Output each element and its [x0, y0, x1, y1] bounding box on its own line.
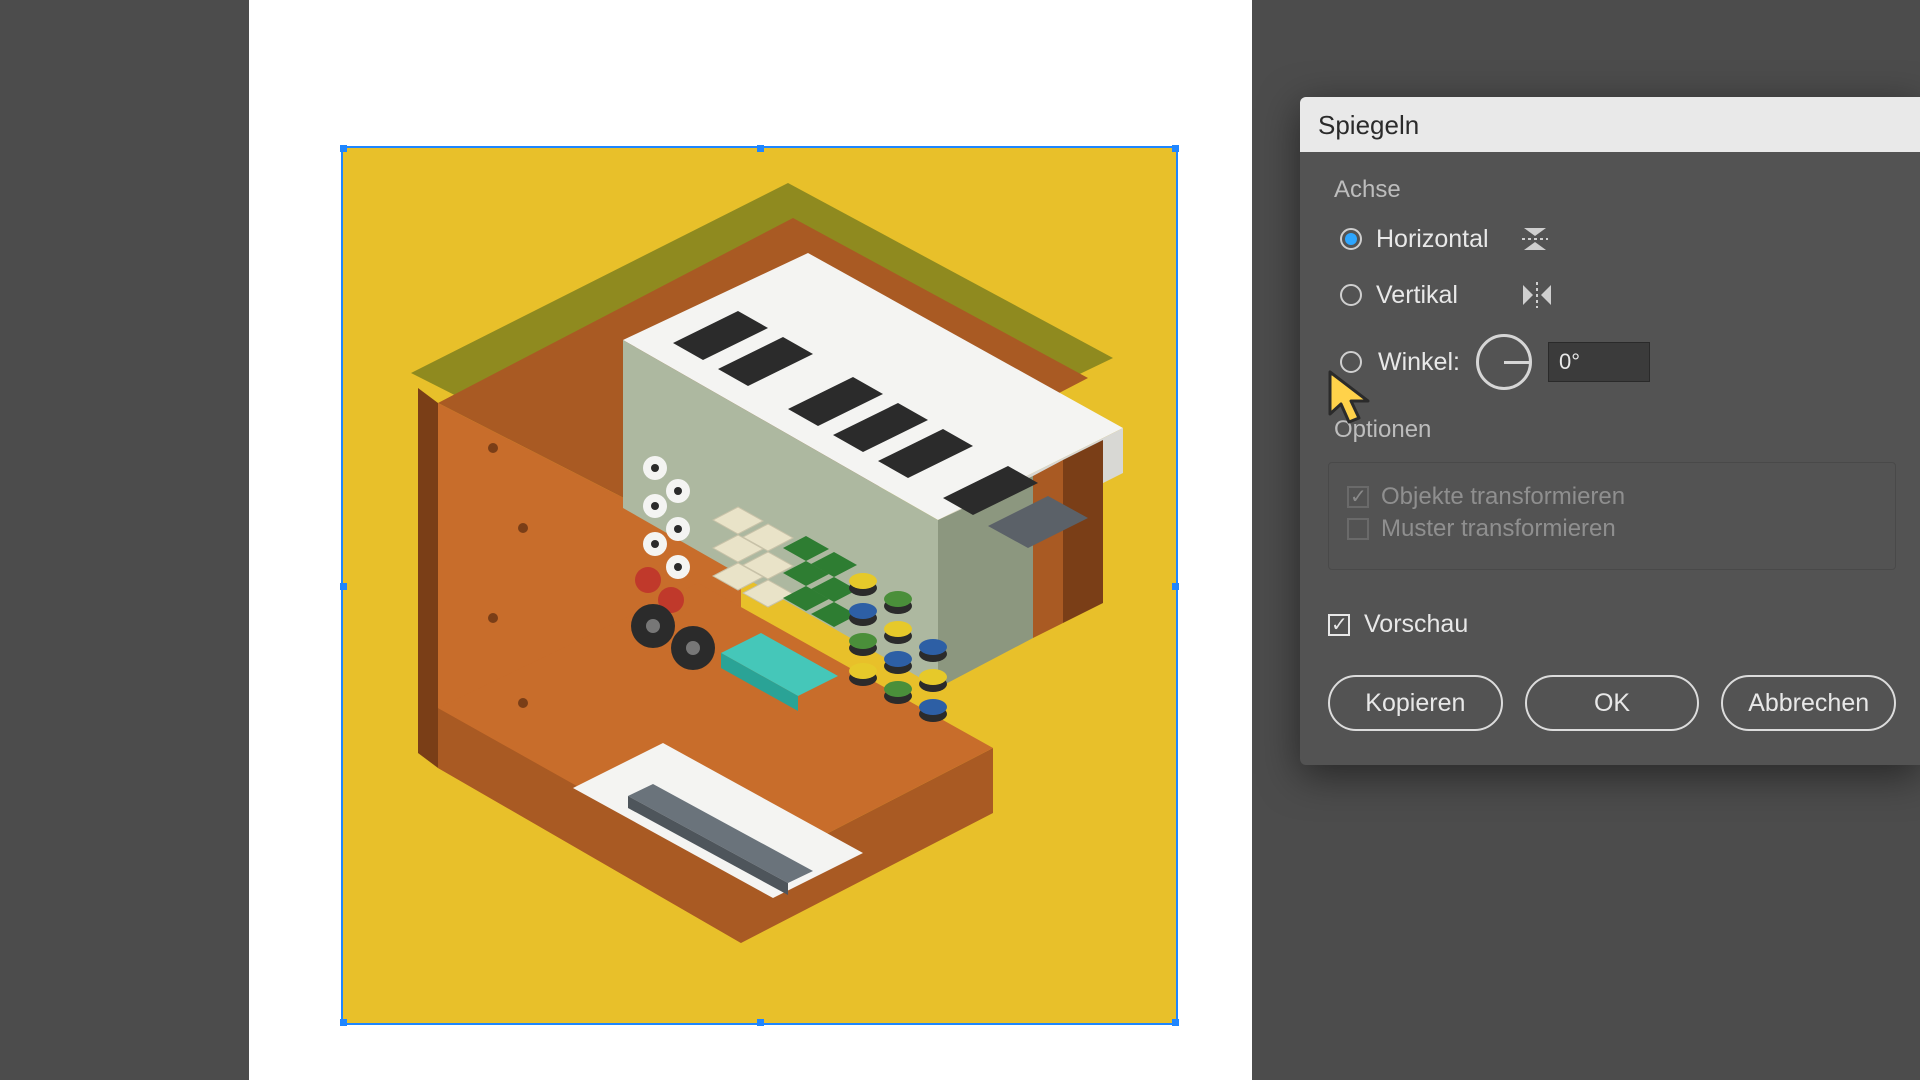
angle-label: Winkel:: [1378, 348, 1460, 377]
reflect-vertical-icon: [1520, 280, 1554, 310]
axis-angle-row[interactable]: Winkel:: [1340, 334, 1896, 390]
angle-input[interactable]: [1548, 342, 1650, 382]
transform-objects-checkbox: [1347, 486, 1369, 508]
dialog-title[interactable]: Spiegeln: [1300, 97, 1920, 152]
cancel-button[interactable]: Abbrechen: [1721, 675, 1896, 731]
axis-vertical-row[interactable]: Vertikal: [1340, 278, 1896, 312]
angle-dial[interactable]: [1476, 334, 1532, 390]
transform-patterns-row: Muster transformieren: [1347, 515, 1616, 543]
options-box: Objekte transformieren Muster transformi…: [1328, 462, 1896, 570]
preview-row[interactable]: Vorschau: [1328, 610, 1896, 639]
options-group-label: Optionen: [1334, 416, 1890, 444]
transform-objects-row: Objekte transformieren: [1347, 483, 1625, 511]
axis-horizontal-row[interactable]: Horizontal: [1340, 222, 1896, 256]
transform-patterns-label: Muster transformieren: [1381, 515, 1616, 543]
preview-label: Vorschau: [1364, 610, 1468, 639]
reflect-horizontal-icon: [1520, 224, 1550, 254]
axis-group-label: Achse: [1334, 176, 1890, 204]
selected-object[interactable]: [343, 148, 1176, 1023]
ok-button[interactable]: OK: [1525, 675, 1700, 731]
transform-objects-label: Objekte transformieren: [1381, 483, 1625, 511]
axis-horizontal-radio[interactable]: [1340, 228, 1362, 250]
axis-angle-radio[interactable]: [1340, 351, 1362, 373]
canvas-artboard: [249, 0, 1252, 1080]
copy-button[interactable]: Kopieren: [1328, 675, 1503, 731]
artwork-illustration: [343, 148, 1176, 1023]
transform-patterns-checkbox: [1347, 518, 1369, 540]
preview-checkbox[interactable]: [1328, 614, 1350, 636]
axis-horizontal-label: Horizontal: [1376, 225, 1506, 254]
reflect-dialog: Spiegeln Achse Horizontal Vertikal: [1300, 97, 1920, 765]
axis-vertical-radio[interactable]: [1340, 284, 1362, 306]
axis-vertical-label: Vertikal: [1376, 281, 1506, 310]
